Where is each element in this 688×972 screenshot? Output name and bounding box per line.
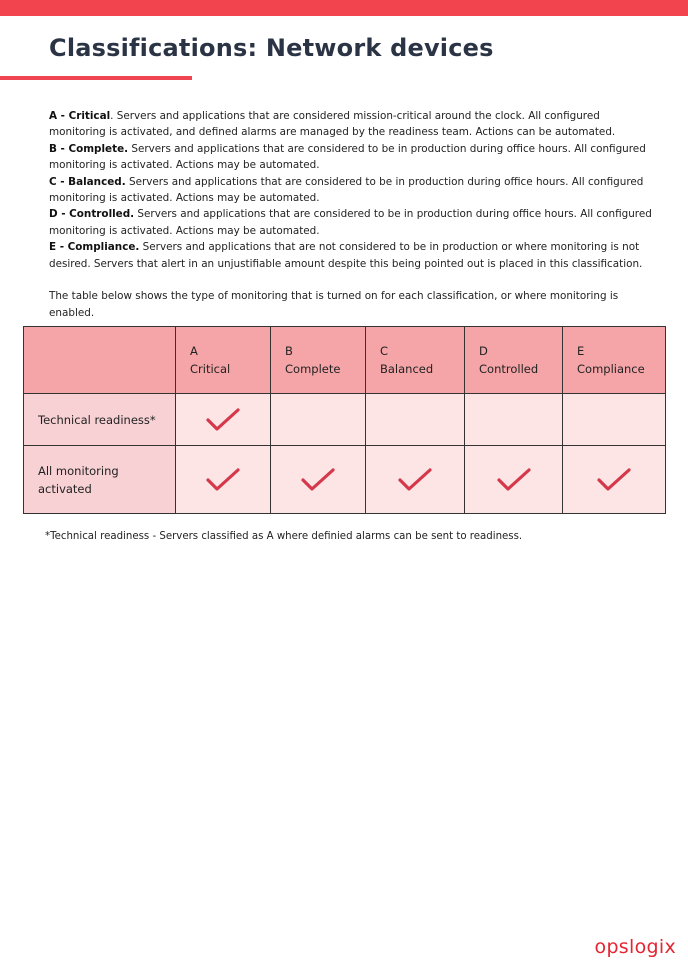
- title-underline: [0, 76, 192, 80]
- column-name: Balanced: [380, 362, 434, 376]
- check-cell: [562, 393, 666, 446]
- table-row-technical-readiness: Technical readiness*: [23, 393, 666, 446]
- row-label-text: All monitoring activated: [38, 463, 119, 496]
- check-cell: [562, 445, 666, 514]
- top-accent-bar: [0, 0, 688, 16]
- check-cell: [464, 393, 563, 446]
- table-header-row: A Critical B Complete C Balanced D Controlle…: [23, 326, 666, 394]
- definitions-section: A - Critical. Servers and applications t…: [49, 108, 659, 321]
- definition-term: B - Complete.: [49, 142, 129, 155]
- definition-b: B - Complete. Servers and applications t…: [49, 141, 659, 174]
- definition-term: C - Balanced.: [49, 175, 126, 188]
- column-name: Complete: [285, 362, 341, 376]
- check-cell: [270, 393, 366, 446]
- table-row-all-monitoring: All monitoring activated: [23, 445, 666, 514]
- definition-term: D - Controlled.: [49, 208, 135, 221]
- check-cell: [365, 445, 465, 514]
- checkmark-icon: [597, 467, 631, 491]
- column-letter: B: [285, 344, 293, 358]
- column-name: Critical: [190, 362, 231, 376]
- column-letter: A: [190, 344, 198, 358]
- column-header-c: C Balanced: [365, 326, 465, 394]
- page-title: Classifications: Network devices: [49, 34, 494, 62]
- definition-term: A - Critical: [49, 110, 111, 122]
- row-label: Technical readiness*: [23, 393, 176, 446]
- checkmark-icon: [206, 467, 240, 491]
- footnote: *Technical readiness - Servers classifie…: [45, 531, 523, 542]
- definition-text: Servers and applications that are consid…: [49, 142, 646, 172]
- classification-table: A Critical B Complete C Balanced D Controlle…: [23, 326, 666, 514]
- checkmark-icon: [301, 467, 335, 491]
- check-cell: [175, 445, 271, 514]
- check-cell: [365, 393, 465, 446]
- opslogix-logo: opslogix: [594, 936, 676, 958]
- definition-text: . Servers and applications that are cons…: [49, 110, 616, 139]
- check-cell: [270, 445, 366, 514]
- definition-term: E - Compliance.: [49, 241, 140, 254]
- column-name: Compliance: [577, 362, 645, 376]
- checkmark-icon: [398, 467, 432, 491]
- column-header-a: A Critical: [175, 326, 271, 394]
- definition-text: Servers and applications that are consid…: [49, 208, 652, 237]
- definition-c: C - Balanced. Servers and applications t…: [49, 174, 659, 207]
- column-name: Controlled: [479, 362, 539, 376]
- definition-e: E - Compliance. Servers and applications…: [49, 239, 659, 272]
- definition-d: D - Controlled. Servers and applications…: [49, 206, 659, 239]
- header-corner-cell: [23, 326, 176, 394]
- column-letter: C: [380, 344, 389, 358]
- checkmark-icon: [496, 467, 531, 491]
- check-cell: [464, 445, 563, 514]
- column-letter: D: [479, 344, 488, 358]
- check-cell: [175, 393, 271, 446]
- column-letter: E: [577, 344, 585, 358]
- table-intro: The table below shows the type of monito…: [49, 290, 619, 319]
- column-header-e: E Compliance: [562, 326, 666, 394]
- column-header-b: B Complete: [270, 326, 366, 394]
- definition-text: Servers and applications that are consid…: [49, 175, 644, 205]
- column-header-d: D Controlled: [464, 326, 563, 394]
- row-label: All monitoring activated: [23, 445, 176, 514]
- definition-a: A - Critical. Servers and applications t…: [49, 108, 659, 141]
- checkmark-icon: [206, 407, 240, 431]
